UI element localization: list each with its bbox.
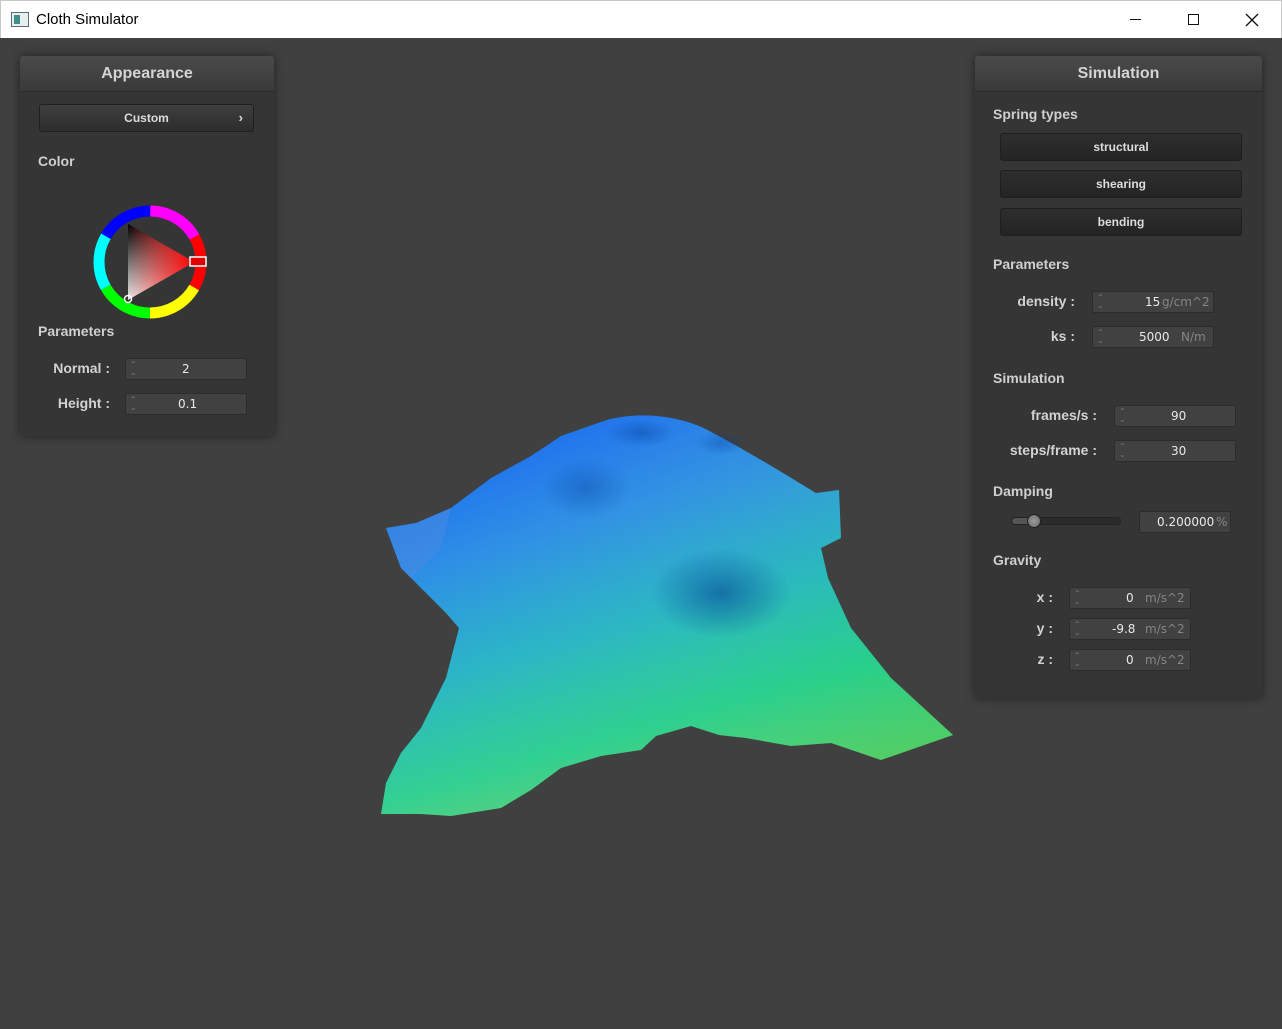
maximize-button[interactable] [1165, 1, 1223, 38]
spinner-icon[interactable]: ⌃ ⌄ [1119, 408, 1127, 424]
ks-input[interactable]: ⌃ ⌄ 5000 N/m [1092, 326, 1214, 348]
steps-value: 30 [1171, 444, 1187, 458]
appearance-parameters-label: Parameters [38, 323, 115, 339]
shearing-toggle[interactable]: shearing [1000, 170, 1242, 198]
gravity-y-unit: m/s^2 [1145, 622, 1185, 636]
color-wheel[interactable] [90, 202, 210, 322]
appearance-panel: Appearance Custom › Color Parameters Nor… [20, 56, 274, 436]
damping-slider-handle[interactable] [1027, 514, 1041, 528]
bending-toggle[interactable]: bending [1000, 208, 1242, 236]
chevron-right-icon: › [238, 110, 243, 125]
gravity-y-label: y : [1036, 620, 1053, 636]
gravity-x-label: x : [1036, 589, 1053, 605]
spinner-icon[interactable]: ⌃ ⌄ [1074, 621, 1082, 637]
sim-parameters-label: Parameters [993, 256, 1070, 272]
spinner-icon[interactable]: ⌃ ⌄ [1097, 294, 1105, 310]
title-bar: Cloth Simulator [0, 0, 1282, 38]
color-label: Color [38, 153, 75, 169]
app-icon [11, 12, 29, 27]
spinner-icon[interactable]: ⌃ ⌄ [130, 396, 138, 412]
shader-select-label: Custom [124, 111, 169, 125]
ks-unit: N/m [1181, 330, 1206, 344]
simulation-section-label: Simulation [993, 370, 1065, 386]
density-input[interactable]: ⌃ ⌄ 15 g/cm^2 [1092, 291, 1214, 313]
gravity-y-value: -9.8 [1112, 622, 1136, 636]
simulation-panel: Simulation Spring types structural shear… [975, 56, 1262, 698]
simulation-panel-header[interactable]: Simulation [975, 56, 1262, 92]
normal-label: Normal : [53, 360, 110, 376]
density-unit: g/cm^2 [1162, 295, 1210, 309]
ks-label: ks : [1050, 328, 1075, 344]
normal-input[interactable]: ⌃ ⌄ 2 [125, 358, 247, 380]
density-value: 15 [1145, 295, 1161, 309]
gravity-label: Gravity [993, 552, 1042, 568]
gravity-z-input[interactable]: ⌃ ⌄ 0 m/s^2 [1069, 649, 1191, 671]
close-button[interactable] [1223, 1, 1281, 38]
close-icon [1245, 13, 1259, 27]
maximize-icon [1188, 14, 1199, 25]
spring-types-label: Spring types [993, 106, 1078, 122]
gravity-z-value: 0 [1126, 653, 1134, 667]
gravity-x-input[interactable]: ⌃ ⌄ 0 m/s^2 [1069, 587, 1191, 609]
damping-value: 0.200000 [1157, 515, 1215, 529]
ks-value: 5000 [1139, 330, 1170, 344]
gravity-y-input[interactable]: ⌃ ⌄ -9.8 m/s^2 [1069, 618, 1191, 640]
minimize-button[interactable] [1107, 1, 1165, 38]
fps-value: 90 [1171, 409, 1187, 423]
shader-select[interactable]: Custom › [39, 104, 254, 132]
steps-label: steps/frame : [1009, 442, 1097, 458]
window-title: Cloth Simulator [36, 11, 139, 28]
height-value: 0.1 [178, 397, 198, 411]
damping-input[interactable]: 0.200000 % [1139, 511, 1231, 533]
gravity-z-unit: m/s^2 [1145, 653, 1185, 667]
gravity-x-unit: m/s^2 [1145, 591, 1185, 605]
structural-toggle[interactable]: structural [1000, 133, 1242, 161]
height-input[interactable]: ⌃ ⌄ 0.1 [125, 393, 247, 415]
damping-label: Damping [993, 483, 1053, 499]
minimize-icon [1130, 19, 1141, 20]
spinner-icon[interactable]: ⌃ ⌄ [1119, 443, 1127, 459]
damping-unit: % [1216, 515, 1228, 529]
simulation-viewport[interactable]: Appearance Custom › Color Parameters Nor… [1, 38, 1281, 1028]
fps-label: frames/s : [1030, 407, 1097, 423]
damping-slider[interactable] [1011, 514, 1121, 528]
gravity-z-label: z : [1037, 651, 1053, 667]
fps-input[interactable]: ⌃ ⌄ 90 [1114, 405, 1236, 427]
appearance-panel-header[interactable]: Appearance [20, 56, 274, 92]
spinner-icon[interactable]: ⌃ ⌄ [1074, 652, 1082, 668]
gravity-x-value: 0 [1126, 591, 1134, 605]
steps-input[interactable]: ⌃ ⌄ 30 [1114, 440, 1236, 462]
spinner-icon[interactable]: ⌃ ⌄ [1097, 329, 1105, 345]
spinner-icon[interactable]: ⌃ ⌄ [130, 361, 138, 377]
density-label: density : [1017, 293, 1075, 309]
spinner-icon[interactable]: ⌃ ⌄ [1074, 590, 1082, 606]
height-label: Height : [57, 395, 110, 411]
normal-value: 2 [182, 362, 190, 376]
